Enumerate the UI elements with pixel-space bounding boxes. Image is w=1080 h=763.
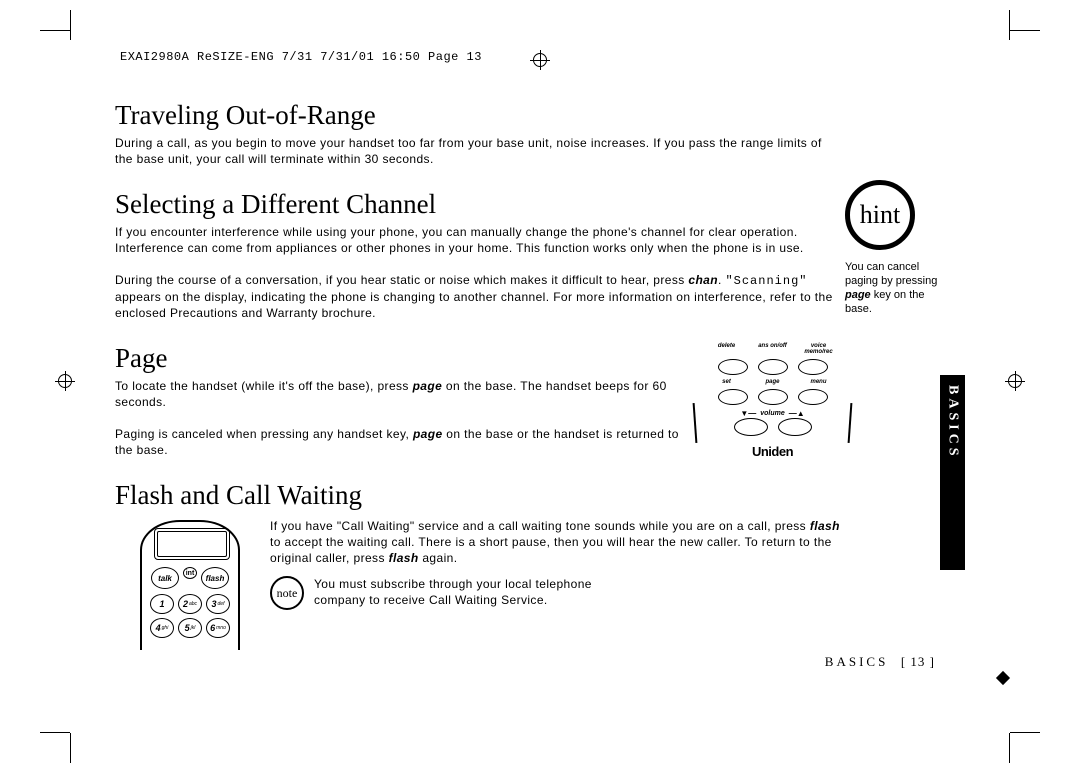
handset-diagram: talk int flash 1 2abc 3def 4ghi 5jkl 6mn…	[130, 520, 250, 650]
keypad-3: 3def	[206, 594, 230, 614]
key-label: chan	[688, 273, 718, 287]
volume-label: volume	[760, 410, 785, 417]
hint-text: You can cancel paging by pressing page k…	[845, 260, 945, 316]
sidebar-hint: hint You can cancel paging by pressing p…	[845, 180, 965, 316]
volume-up-icon: —▲	[789, 409, 805, 418]
keypad-1: 1	[150, 594, 174, 614]
key-label: page	[413, 379, 443, 393]
text-run: To locate the handset (while it's off th…	[115, 379, 413, 393]
register-mark	[55, 371, 75, 391]
hint-icon: hint	[845, 180, 915, 250]
key-label: page	[845, 289, 871, 301]
register-mark	[1005, 371, 1025, 391]
base-button	[758, 359, 788, 375]
base-button	[734, 418, 768, 436]
keypad-4: 4ghi	[150, 618, 174, 638]
flash-key: flash	[201, 567, 229, 589]
section-selecting: Selecting a Different Channel If you enc…	[115, 189, 835, 321]
button-label: menu	[801, 379, 837, 385]
button-label: set	[709, 379, 745, 385]
diagram-edge	[693, 403, 698, 443]
section-flash: Flash and Call Waiting talk int flash 1 …	[115, 480, 835, 511]
base-button	[758, 389, 788, 405]
footer-page-number: [ 13 ]	[901, 654, 935, 669]
button-label: voice memo/rec	[801, 343, 837, 355]
footer-label: BASICS	[825, 654, 889, 669]
base-button	[778, 418, 812, 436]
key-label: page	[413, 427, 443, 441]
crop-mark	[40, 732, 70, 733]
section-title-selecting: Selecting a Different Channel	[115, 189, 835, 220]
button-label: ans on/off	[755, 343, 791, 355]
body-text: If you have "Call Waiting" service and a…	[270, 518, 850, 566]
base-button	[798, 359, 828, 375]
print-header-slug: EXAI2980A ReSIZE-ENG 7/31 7/31/01 16:50 …	[120, 50, 482, 64]
crop-mark	[1009, 10, 1010, 40]
text-run: appears on the display, indicating the p…	[115, 290, 833, 320]
int-key: int	[183, 567, 197, 579]
keypad-6: 6mno	[206, 618, 230, 638]
tab-label: BASICS	[945, 385, 961, 460]
note-icon: note	[270, 576, 304, 610]
handset-screen	[154, 528, 230, 560]
section-page: Page To locate the handset (while it's o…	[115, 343, 835, 458]
text-run: again.	[419, 551, 458, 565]
crop-mark	[70, 733, 71, 763]
brand-label: Uniden	[700, 444, 845, 459]
crop-mark	[70, 10, 71, 40]
base-button	[798, 389, 828, 405]
section-tab: BASICS	[940, 375, 965, 570]
base-button	[718, 359, 748, 375]
talk-key: talk	[151, 567, 179, 589]
crop-mark	[1010, 732, 1040, 733]
diagram-edge	[848, 403, 853, 443]
section-title-flash: Flash and Call Waiting	[115, 480, 835, 511]
volume-down-icon: ▼—	[740, 409, 756, 418]
crop-mark	[1010, 30, 1040, 31]
page-footer: BASICS [ 13 ]	[825, 654, 935, 670]
text-run: Paging is canceled when pressing any han…	[115, 427, 413, 441]
display-text: "Scanning"	[725, 274, 807, 288]
body-text: During a call, as you begin to move your…	[115, 135, 835, 167]
register-mark	[530, 50, 550, 70]
note-block: note You must subscribe through your loc…	[270, 576, 850, 610]
crop-mark	[40, 30, 70, 31]
base-button	[718, 389, 748, 405]
page-content: Traveling Out-of-Range During a call, as…	[115, 100, 965, 680]
register-diamond	[996, 671, 1010, 685]
base-unit-diagram: delete ans on/off voice memo/rec set pag…	[700, 343, 845, 443]
text-run: to accept the waiting call. There is a s…	[270, 535, 832, 565]
keypad-2: 2abc	[178, 594, 202, 614]
body-text: During the course of a conversation, if …	[115, 272, 835, 321]
text-run: During the course of a conversation, if …	[115, 273, 688, 287]
keypad-5: 5jkl	[178, 618, 202, 638]
text-run: You can cancel paging by pressing	[845, 261, 937, 287]
button-label: delete	[709, 343, 745, 355]
body-text: Paging is canceled when pressing any han…	[115, 426, 680, 458]
section-title-traveling: Traveling Out-of-Range	[115, 100, 835, 131]
section-traveling: Traveling Out-of-Range During a call, as…	[115, 100, 835, 167]
body-text: If you encounter interference while usin…	[115, 224, 835, 256]
key-label: flash	[389, 551, 419, 565]
crop-mark	[1009, 733, 1010, 763]
text-run: If you have "Call Waiting" service and a…	[270, 519, 810, 533]
body-text: To locate the handset (while it's off th…	[115, 378, 680, 410]
note-text: You must subscribe through your local te…	[314, 576, 644, 608]
key-label: flash	[810, 519, 840, 533]
button-label: page	[755, 379, 791, 385]
